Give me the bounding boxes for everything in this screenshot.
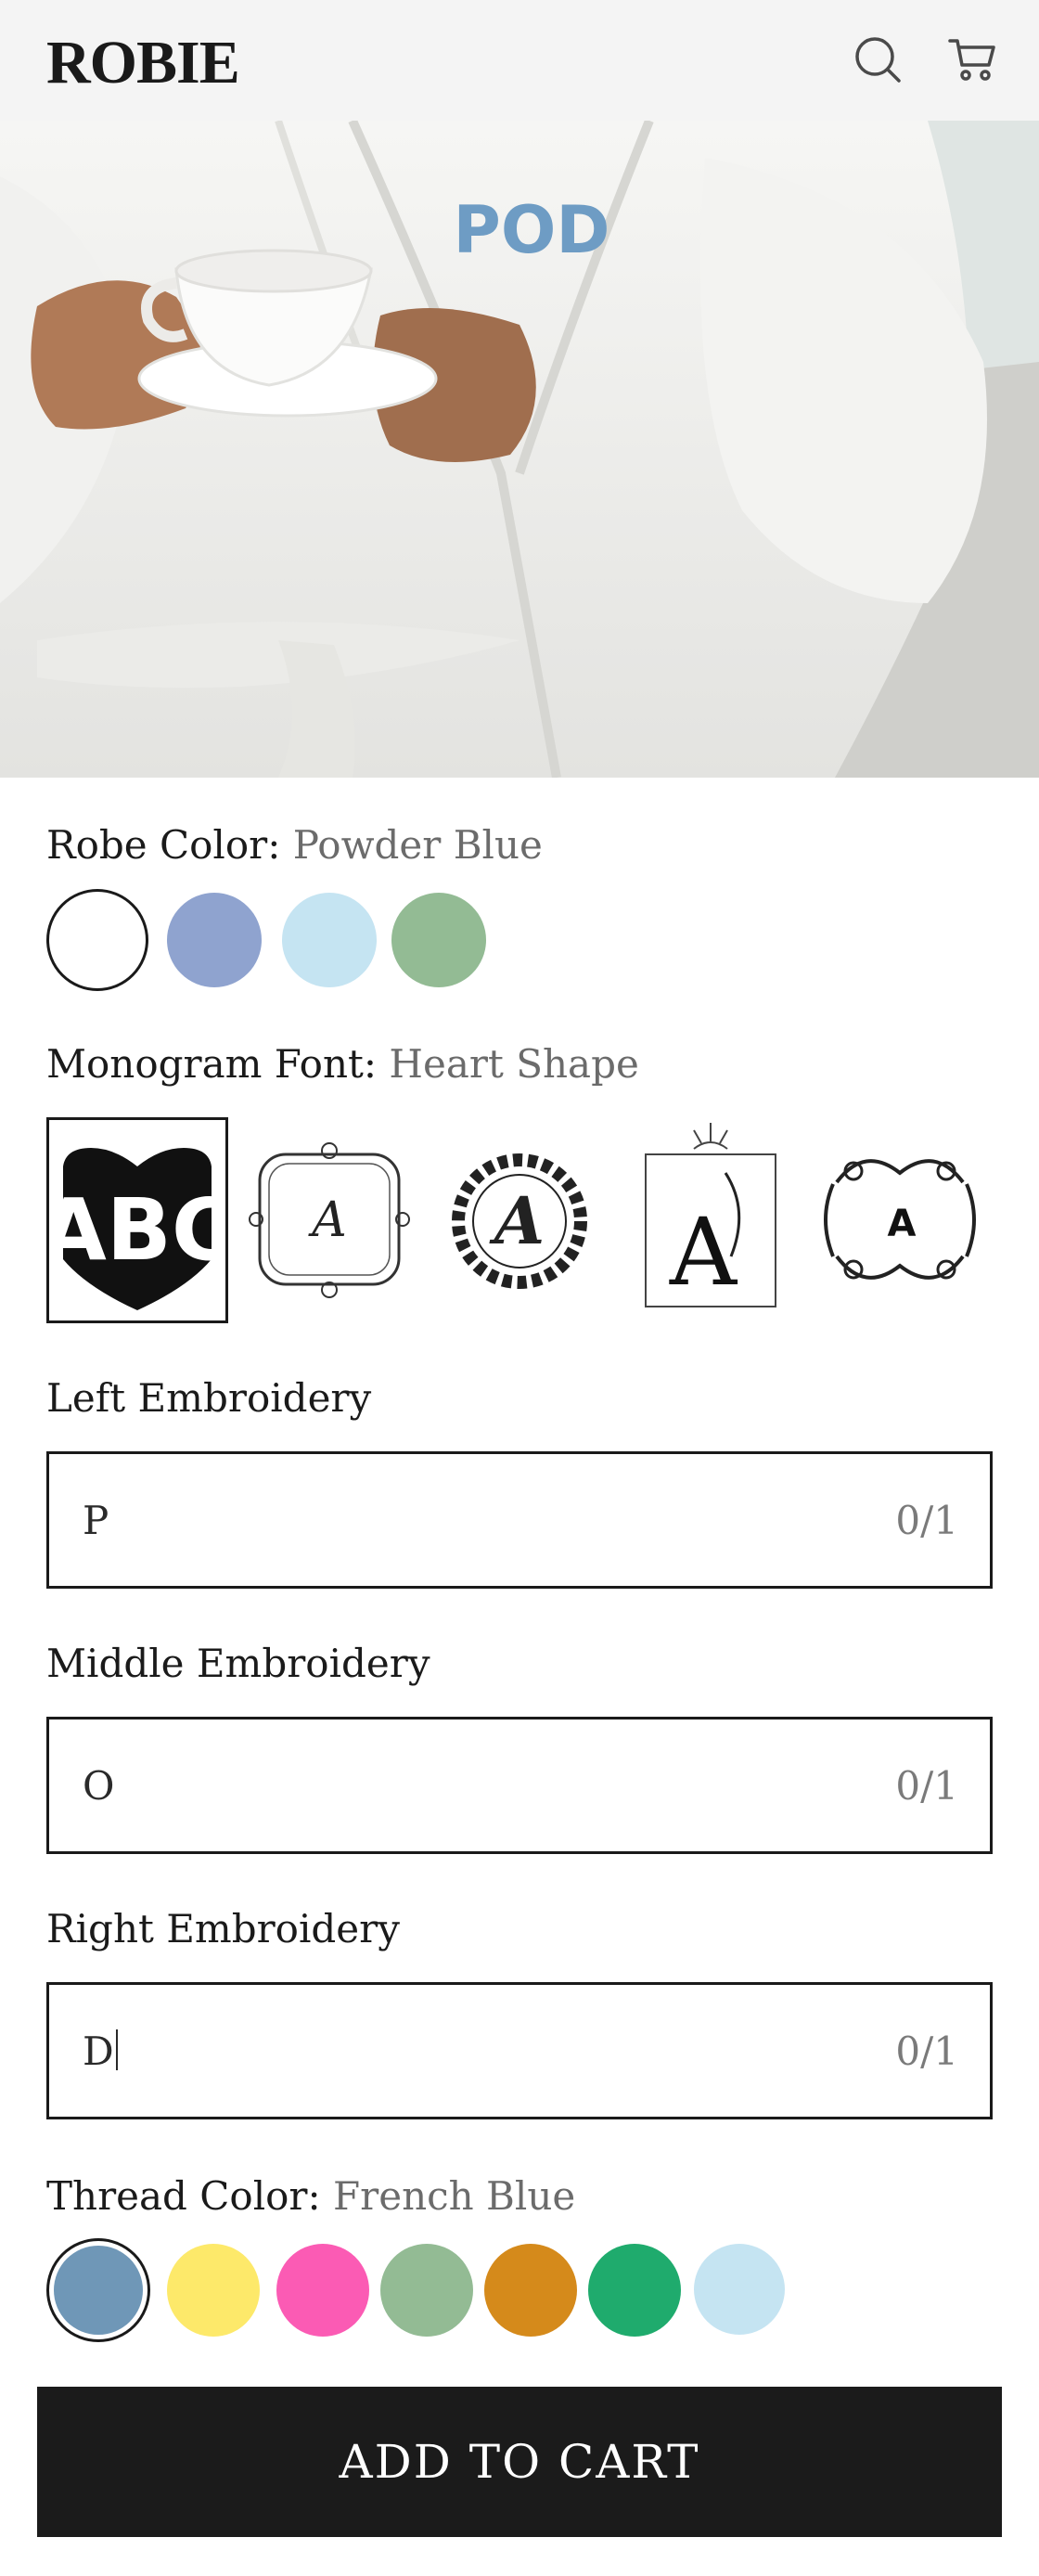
thread-color-label: Thread Color: French Blue [46, 2173, 576, 2219]
thread-swatch-yellow[interactable] [167, 2244, 260, 2337]
font-preview-text: A [308, 1192, 347, 1248]
right-embroidery-field-content: D [83, 2026, 118, 2078]
left-embroidery-input[interactable]: P 0/1 [46, 1451, 993, 1589]
monogram-font-selected: Heart Shape [389, 1041, 639, 1087]
left-embroidery-label: Left Embroidery [46, 1375, 372, 1421]
cart-icon[interactable] [946, 33, 998, 85]
font-option-wreath[interactable]: A [429, 1117, 610, 1323]
font-option-heart-shape[interactable]: ABC [46, 1117, 228, 1323]
search-icon[interactable] [852, 33, 904, 85]
font-option-art-deco[interactable]: A [620, 1117, 802, 1323]
middle-embroidery-input[interactable]: O 0/1 [46, 1717, 993, 1854]
font-preview-text: A [489, 1182, 545, 1259]
brand-logo[interactable]: ROBIE [46, 26, 240, 100]
add-to-cart-button[interactable]: ADD TO CART [37, 2387, 1002, 2537]
right-embroidery-input[interactable]: D 0/1 [46, 1982, 993, 2119]
thread-color-selected: French Blue [333, 2173, 576, 2219]
middle-embroidery-value: O [83, 1763, 115, 1809]
robe-color-label: Robe Color: Powder Blue [46, 822, 543, 868]
font-option-framed-script[interactable]: A [239, 1117, 421, 1323]
middle-embroidery-label: Middle Embroidery [46, 1641, 430, 1686]
robe-color-selected: Powder Blue [292, 822, 543, 868]
right-embroidery-label: Right Embroidery [46, 1906, 400, 1951]
middle-embroidery-counter: 0/1 [895, 1763, 958, 1809]
right-embroidery-value: D [83, 2029, 114, 2074]
font-preview-text: A [888, 1203, 917, 1245]
robe-swatch-sage[interactable] [391, 893, 486, 987]
thread-swatch-kelly-green[interactable] [588, 2244, 681, 2337]
product-image: POD [0, 121, 1039, 778]
font-option-ornamental[interactable]: A [809, 1117, 991, 1323]
site-header: ROBIE [0, 0, 1039, 121]
right-embroidery-counter: 0/1 [895, 2029, 958, 2074]
left-embroidery-value: P [83, 1498, 109, 1543]
robe-monogram: POD [454, 192, 610, 268]
font-preview-text: A [669, 1198, 738, 1307]
font-preview-text: ABC [49, 1180, 225, 1280]
thread-swatch-gold[interactable] [484, 2244, 577, 2337]
thread-swatch-pink[interactable] [276, 2244, 369, 2337]
robe-swatch-white[interactable] [46, 889, 148, 991]
left-embroidery-counter: 0/1 [895, 1498, 958, 1543]
thread-swatch-french-blue[interactable] [46, 2238, 150, 2342]
thread-swatch-sage[interactable] [380, 2244, 473, 2337]
text-cursor [115, 2029, 118, 2070]
robe-swatch-powder-blue[interactable] [282, 893, 377, 987]
robe-swatch-periwinkle[interactable] [167, 893, 262, 987]
monogram-font-label: Monogram Font: Heart Shape [46, 1041, 639, 1087]
thread-swatch-light-blue[interactable] [694, 2244, 785, 2335]
